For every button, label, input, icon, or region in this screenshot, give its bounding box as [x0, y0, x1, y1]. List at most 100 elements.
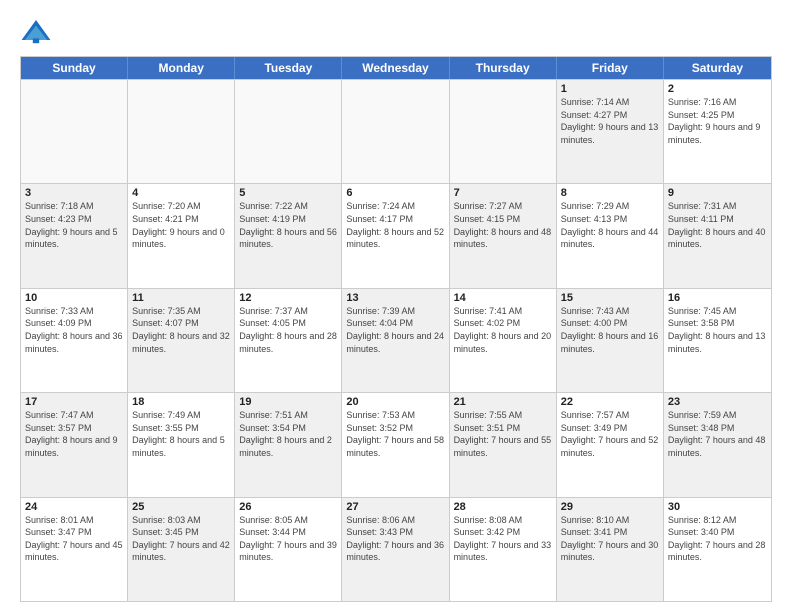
calendar-cell: 9Sunrise: 7:31 AM Sunset: 4:11 PM Daylig…	[664, 184, 771, 287]
day-number: 18	[132, 396, 230, 408]
day-number: 29	[561, 501, 659, 513]
day-info: Sunrise: 7:55 AM Sunset: 3:51 PM Dayligh…	[454, 409, 552, 459]
day-info: Sunrise: 7:49 AM Sunset: 3:55 PM Dayligh…	[132, 409, 230, 459]
day-number: 28	[454, 501, 552, 513]
calendar-row-4: 24Sunrise: 8:01 AM Sunset: 3:47 PM Dayli…	[21, 497, 771, 601]
header-day-friday: Friday	[557, 57, 664, 79]
calendar-cell	[128, 80, 235, 183]
header-day-tuesday: Tuesday	[235, 57, 342, 79]
day-info: Sunrise: 7:57 AM Sunset: 3:49 PM Dayligh…	[561, 409, 659, 459]
day-info: Sunrise: 7:29 AM Sunset: 4:13 PM Dayligh…	[561, 200, 659, 250]
calendar: SundayMondayTuesdayWednesdayThursdayFrid…	[20, 56, 772, 602]
calendar-cell: 5Sunrise: 7:22 AM Sunset: 4:19 PM Daylig…	[235, 184, 342, 287]
header-day-wednesday: Wednesday	[342, 57, 449, 79]
calendar-cell: 7Sunrise: 7:27 AM Sunset: 4:15 PM Daylig…	[450, 184, 557, 287]
calendar-cell: 23Sunrise: 7:59 AM Sunset: 3:48 PM Dayli…	[664, 393, 771, 496]
day-info: Sunrise: 7:41 AM Sunset: 4:02 PM Dayligh…	[454, 305, 552, 355]
calendar-header: SundayMondayTuesdayWednesdayThursdayFrid…	[21, 57, 771, 79]
calendar-cell: 27Sunrise: 8:06 AM Sunset: 3:43 PM Dayli…	[342, 498, 449, 601]
calendar-row-1: 3Sunrise: 7:18 AM Sunset: 4:23 PM Daylig…	[21, 183, 771, 287]
header	[20, 16, 772, 48]
calendar-cell	[235, 80, 342, 183]
calendar-cell: 13Sunrise: 7:39 AM Sunset: 4:04 PM Dayli…	[342, 289, 449, 392]
calendar-cell: 21Sunrise: 7:55 AM Sunset: 3:51 PM Dayli…	[450, 393, 557, 496]
day-number: 24	[25, 501, 123, 513]
calendar-cell: 1Sunrise: 7:14 AM Sunset: 4:27 PM Daylig…	[557, 80, 664, 183]
day-info: Sunrise: 7:59 AM Sunset: 3:48 PM Dayligh…	[668, 409, 767, 459]
day-number: 7	[454, 187, 552, 199]
calendar-body: 1Sunrise: 7:14 AM Sunset: 4:27 PM Daylig…	[21, 79, 771, 601]
day-number: 27	[346, 501, 444, 513]
day-info: Sunrise: 7:37 AM Sunset: 4:05 PM Dayligh…	[239, 305, 337, 355]
calendar-row-0: 1Sunrise: 7:14 AM Sunset: 4:27 PM Daylig…	[21, 79, 771, 183]
calendar-cell: 29Sunrise: 8:10 AM Sunset: 3:41 PM Dayli…	[557, 498, 664, 601]
day-number: 19	[239, 396, 337, 408]
calendar-row-3: 17Sunrise: 7:47 AM Sunset: 3:57 PM Dayli…	[21, 392, 771, 496]
calendar-cell: 15Sunrise: 7:43 AM Sunset: 4:00 PM Dayli…	[557, 289, 664, 392]
calendar-cell	[342, 80, 449, 183]
day-number: 25	[132, 501, 230, 513]
day-info: Sunrise: 8:12 AM Sunset: 3:40 PM Dayligh…	[668, 514, 767, 564]
day-info: Sunrise: 8:01 AM Sunset: 3:47 PM Dayligh…	[25, 514, 123, 564]
calendar-cell: 25Sunrise: 8:03 AM Sunset: 3:45 PM Dayli…	[128, 498, 235, 601]
day-number: 23	[668, 396, 767, 408]
calendar-cell: 4Sunrise: 7:20 AM Sunset: 4:21 PM Daylig…	[128, 184, 235, 287]
day-number: 9	[668, 187, 767, 199]
calendar-cell: 24Sunrise: 8:01 AM Sunset: 3:47 PM Dayli…	[21, 498, 128, 601]
calendar-cell: 20Sunrise: 7:53 AM Sunset: 3:52 PM Dayli…	[342, 393, 449, 496]
day-info: Sunrise: 7:14 AM Sunset: 4:27 PM Dayligh…	[561, 96, 659, 146]
day-number: 13	[346, 292, 444, 304]
calendar-cell: 14Sunrise: 7:41 AM Sunset: 4:02 PM Dayli…	[450, 289, 557, 392]
day-info: Sunrise: 7:35 AM Sunset: 4:07 PM Dayligh…	[132, 305, 230, 355]
day-number: 17	[25, 396, 123, 408]
day-number: 8	[561, 187, 659, 199]
day-info: Sunrise: 7:18 AM Sunset: 4:23 PM Dayligh…	[25, 200, 123, 250]
day-info: Sunrise: 8:06 AM Sunset: 3:43 PM Dayligh…	[346, 514, 444, 564]
calendar-cell: 16Sunrise: 7:45 AM Sunset: 3:58 PM Dayli…	[664, 289, 771, 392]
header-day-thursday: Thursday	[450, 57, 557, 79]
calendar-cell: 8Sunrise: 7:29 AM Sunset: 4:13 PM Daylig…	[557, 184, 664, 287]
day-number: 15	[561, 292, 659, 304]
calendar-cell: 22Sunrise: 7:57 AM Sunset: 3:49 PM Dayli…	[557, 393, 664, 496]
day-info: Sunrise: 7:16 AM Sunset: 4:25 PM Dayligh…	[668, 96, 767, 146]
day-number: 12	[239, 292, 337, 304]
day-info: Sunrise: 7:24 AM Sunset: 4:17 PM Dayligh…	[346, 200, 444, 250]
day-info: Sunrise: 7:45 AM Sunset: 3:58 PM Dayligh…	[668, 305, 767, 355]
day-number: 14	[454, 292, 552, 304]
day-info: Sunrise: 8:03 AM Sunset: 3:45 PM Dayligh…	[132, 514, 230, 564]
header-day-saturday: Saturday	[664, 57, 771, 79]
calendar-cell: 12Sunrise: 7:37 AM Sunset: 4:05 PM Dayli…	[235, 289, 342, 392]
day-number: 3	[25, 187, 123, 199]
day-info: Sunrise: 7:53 AM Sunset: 3:52 PM Dayligh…	[346, 409, 444, 459]
calendar-cell	[450, 80, 557, 183]
header-day-sunday: Sunday	[21, 57, 128, 79]
calendar-cell: 17Sunrise: 7:47 AM Sunset: 3:57 PM Dayli…	[21, 393, 128, 496]
calendar-cell: 19Sunrise: 7:51 AM Sunset: 3:54 PM Dayli…	[235, 393, 342, 496]
header-day-monday: Monday	[128, 57, 235, 79]
day-info: Sunrise: 7:47 AM Sunset: 3:57 PM Dayligh…	[25, 409, 123, 459]
day-number: 11	[132, 292, 230, 304]
day-info: Sunrise: 8:05 AM Sunset: 3:44 PM Dayligh…	[239, 514, 337, 564]
day-number: 20	[346, 396, 444, 408]
calendar-cell: 26Sunrise: 8:05 AM Sunset: 3:44 PM Dayli…	[235, 498, 342, 601]
calendar-cell: 10Sunrise: 7:33 AM Sunset: 4:09 PM Dayli…	[21, 289, 128, 392]
day-info: Sunrise: 7:43 AM Sunset: 4:00 PM Dayligh…	[561, 305, 659, 355]
calendar-row-2: 10Sunrise: 7:33 AM Sunset: 4:09 PM Dayli…	[21, 288, 771, 392]
day-number: 5	[239, 187, 337, 199]
day-number: 22	[561, 396, 659, 408]
logo-icon	[20, 16, 52, 48]
day-number: 2	[668, 83, 767, 95]
calendar-cell: 18Sunrise: 7:49 AM Sunset: 3:55 PM Dayli…	[128, 393, 235, 496]
page: SundayMondayTuesdayWednesdayThursdayFrid…	[0, 0, 792, 612]
day-number: 30	[668, 501, 767, 513]
calendar-cell: 11Sunrise: 7:35 AM Sunset: 4:07 PM Dayli…	[128, 289, 235, 392]
calendar-cell: 6Sunrise: 7:24 AM Sunset: 4:17 PM Daylig…	[342, 184, 449, 287]
day-info: Sunrise: 7:27 AM Sunset: 4:15 PM Dayligh…	[454, 200, 552, 250]
day-number: 1	[561, 83, 659, 95]
calendar-cell: 2Sunrise: 7:16 AM Sunset: 4:25 PM Daylig…	[664, 80, 771, 183]
logo	[20, 16, 56, 48]
day-info: Sunrise: 8:08 AM Sunset: 3:42 PM Dayligh…	[454, 514, 552, 564]
day-info: Sunrise: 7:20 AM Sunset: 4:21 PM Dayligh…	[132, 200, 230, 250]
day-info: Sunrise: 8:10 AM Sunset: 3:41 PM Dayligh…	[561, 514, 659, 564]
day-info: Sunrise: 7:33 AM Sunset: 4:09 PM Dayligh…	[25, 305, 123, 355]
